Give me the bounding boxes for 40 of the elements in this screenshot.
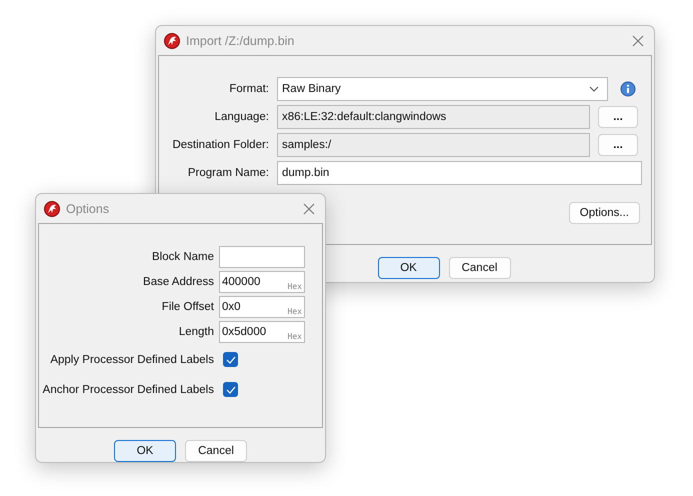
browse-button[interactable]: ... (598, 106, 638, 128)
field-label: Program Name: (186, 167, 269, 179)
input-field[interactable]: 0x0 Hex (219, 296, 305, 318)
browse-button[interactable]: ... (598, 134, 638, 156)
field-label: Format: (228, 83, 269, 95)
input-field[interactable]: 0x5d000 Hex (219, 321, 305, 343)
checkbox[interactable] (223, 382, 238, 397)
hex-hint: Hex (288, 307, 302, 316)
field-label: Destination Folder: (171, 139, 269, 151)
field-label: Anchor Processor Defined Labels (42, 384, 214, 396)
app-logo-icon (44, 200, 60, 216)
input-field[interactable]: dump.bin (277, 161, 642, 185)
chevron-down-icon (589, 86, 599, 92)
checkmark-icon (226, 356, 236, 364)
format-dropdown[interactable]: Raw Binary (277, 77, 608, 101)
field-label: File Offset (160, 301, 214, 313)
hex-hint: Hex (288, 282, 302, 291)
app-logo-icon (164, 32, 180, 48)
close-icon[interactable] (632, 34, 644, 46)
readonly-field: x86:LE:32:default:clangwindows (277, 105, 590, 129)
checkbox[interactable] (223, 352, 238, 367)
close-icon[interactable] (303, 202, 315, 214)
input-field[interactable]: 400000 Hex (219, 271, 305, 293)
dialog-button[interactable]: Cancel (185, 440, 247, 462)
input-field[interactable] (219, 246, 305, 268)
checkmark-icon (226, 386, 236, 394)
readonly-field: samples:/ (277, 133, 590, 157)
info-icon[interactable] (620, 81, 636, 97)
window-title: Import /Z:/dump.bin (186, 34, 296, 48)
window-title: Options (66, 202, 110, 216)
dialog-button[interactable]: Cancel (448, 257, 510, 279)
field-label: Apply Processor Defined Labels (49, 354, 214, 366)
field-label: Block Name (151, 251, 214, 263)
field-label: Base Address (142, 276, 214, 288)
dialog-button[interactable]: OK (114, 440, 176, 462)
field-label: Language: (214, 111, 269, 123)
field-label: Length (178, 326, 214, 338)
dialog-button[interactable]: OK (378, 257, 440, 279)
hex-hint: Hex (288, 332, 302, 341)
options-button[interactable]: Options... (568, 202, 640, 224)
